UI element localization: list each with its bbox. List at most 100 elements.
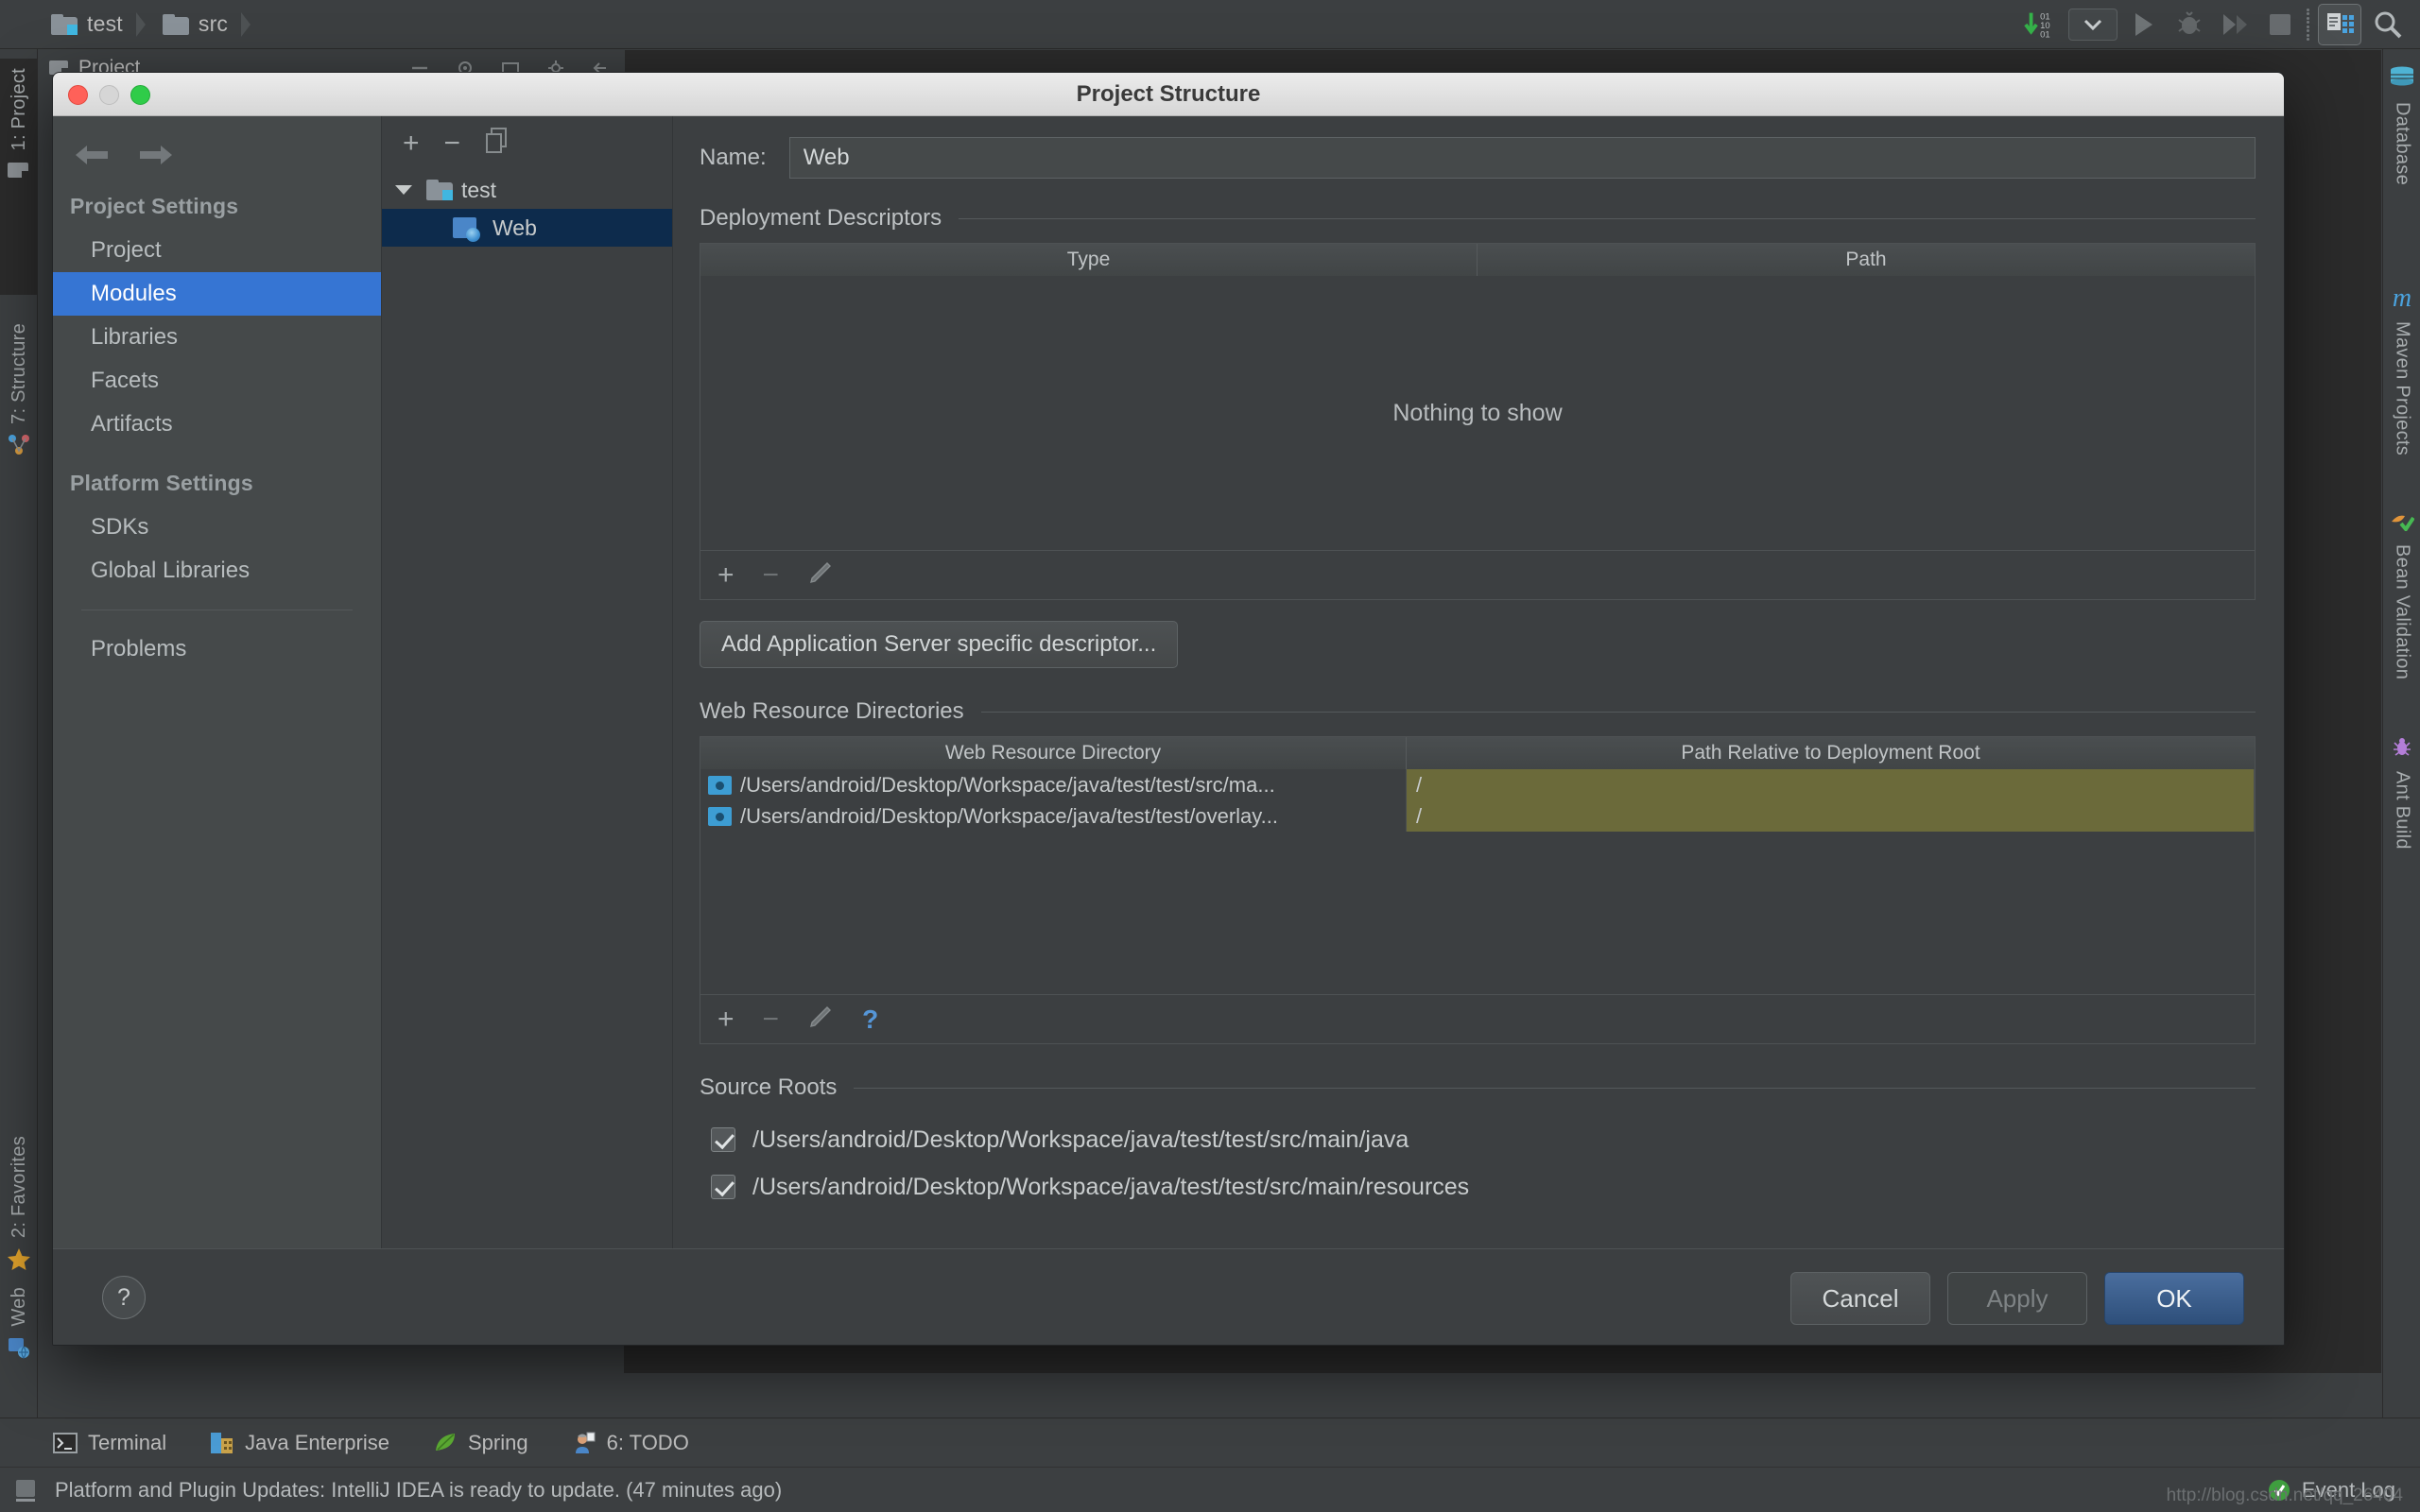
breadcrumb-label: src [198, 11, 229, 36]
web-resource-directories-table: Web Resource Directory Path Relative to … [700, 736, 2256, 995]
back-arrow-icon[interactable] [74, 141, 110, 169]
forward-arrow-icon[interactable] [138, 141, 174, 169]
table-body: Nothing to show [700, 276, 2255, 550]
add-descriptor-button[interactable]: + [717, 560, 735, 590]
chevron-down-icon[interactable] [395, 185, 412, 195]
run-configuration-dropdown[interactable] [2068, 9, 2118, 41]
cancel-button[interactable]: Cancel [1790, 1272, 1930, 1325]
project-structure-button[interactable] [2318, 4, 2361, 45]
section-divider [980, 711, 2256, 713]
sidebar-item-facets[interactable]: Facets [53, 359, 381, 403]
column-header-web-resource-directory[interactable]: Web Resource Directory [700, 737, 1407, 769]
tree-node-label: Web [493, 215, 537, 240]
sidebar-item-modules[interactable]: Modules [53, 272, 381, 316]
sidebar-item-label: Modules [91, 281, 177, 306]
database-icon [2389, 66, 2415, 93]
web-resource-directories-header: Web Resource Directories [700, 698, 2256, 725]
sidebar-item-problems[interactable]: Problems [53, 627, 381, 671]
source-roots-header: Source Roots [700, 1074, 2256, 1101]
breadcrumb-item-src[interactable]: src [149, 0, 254, 49]
help-button[interactable]: ? [102, 1276, 146, 1319]
svg-text:01: 01 [2040, 29, 2050, 40]
deployment-descriptors-table: Type Path Nothing to show [700, 243, 2256, 551]
sidebar-item-label: Global Libraries [91, 558, 251, 583]
module-name-row: Name: Web [700, 137, 2256, 179]
dialog-title: Project Structure [1076, 80, 1261, 107]
breadcrumb-label: test [87, 11, 123, 36]
left-tool-strip: 1: Project 7: Structure 2: Favorites Web [0, 49, 38, 1425]
remove-module-button[interactable]: − [444, 129, 461, 158]
sidebar-item-artifacts[interactable]: Artifacts [53, 403, 381, 446]
table-row[interactable]: /Users/android/Desktop/Workspace/java/te… [700, 800, 2255, 832]
status-message: Platform and Plugin Updates: IntelliJ ID… [55, 1477, 783, 1502]
list-item[interactable]: /Users/android/Desktop/Workspace/java/te… [711, 1163, 2256, 1211]
sidebar-item-sdks[interactable]: SDKs [53, 506, 381, 549]
module-name-input[interactable]: Web [788, 137, 2256, 179]
tree-node-test[interactable]: test [382, 171, 672, 209]
navigation-arrows [53, 116, 381, 169]
tool-window-label: Java Enterprise [245, 1430, 389, 1454]
directory-icon [708, 806, 732, 826]
close-button[interactable] [68, 84, 88, 105]
breadcrumb-bar: test src 01 10 01 [0, 0, 2420, 49]
sidebar-item-structure[interactable]: 7: Structure [0, 314, 38, 559]
tool-tab-label: 1: Project [8, 68, 29, 151]
sidebar-item-label: Problems [91, 636, 187, 662]
tool-window-java-enterprise[interactable]: Java Enterprise [210, 1431, 389, 1455]
column-header-relative-path[interactable]: Path Relative to Deployment Root [1407, 737, 2255, 769]
tool-window-terminal[interactable]: Terminal [53, 1431, 166, 1455]
deployment-descriptors-header: Deployment Descriptors [700, 205, 2256, 232]
project-structure-dialog: Project Structure Project Settings Proje… [52, 72, 2285, 1346]
module-tree-toolbar: + − [382, 116, 672, 171]
source-root-path: /Users/android/Desktop/Workspace/java/te… [752, 1173, 1470, 1200]
checkbox[interactable] [711, 1175, 735, 1199]
minimize-button[interactable] [99, 84, 119, 105]
add-app-server-descriptor-button[interactable]: Add Application Server specific descript… [700, 621, 1179, 668]
breadcrumb-item-test[interactable]: test [38, 0, 149, 49]
sidebar-item-global-libraries[interactable]: Global Libraries [53, 549, 381, 593]
run-coverage-button[interactable] [2216, 6, 2254, 43]
debug-button[interactable] [2170, 6, 2208, 43]
table-header: Web Resource Directory Path Relative to … [700, 737, 2255, 769]
apply-button: Apply [1947, 1272, 2087, 1325]
search-everywhere-icon[interactable] [2369, 6, 2407, 43]
window-controls [68, 73, 150, 116]
add-web-resource-button[interactable]: + [717, 1005, 735, 1034]
section-title: Source Roots [700, 1074, 838, 1100]
folder-module-icon [51, 13, 78, 35]
sidebar-item-project[interactable]: Project [53, 229, 381, 272]
tool-tab-label: Database [2392, 102, 2413, 186]
module-settings-panel: Name: Web Deployment Descriptors Type Pa… [673, 116, 2284, 1288]
tool-window-bar: Terminal Java Enterprise Spring 6: TODO [0, 1418, 2420, 1467]
dialog-footer: ? Cancel Apply OK [53, 1248, 2284, 1345]
section-divider [854, 1087, 2256, 1089]
list-item[interactable]: /Users/android/Desktop/Workspace/java/te… [711, 1116, 2256, 1163]
column-header-path[interactable]: Path [1478, 244, 2255, 276]
checkbox[interactable] [711, 1127, 735, 1152]
add-module-button[interactable]: + [403, 129, 420, 158]
column-header-type[interactable]: Type [700, 244, 1478, 276]
sidebar-item-label: Project [91, 237, 162, 263]
tool-window-todo[interactable]: 6: TODO [572, 1431, 689, 1455]
copy-module-button[interactable] [485, 127, 511, 161]
section-title: Web Resource Directories [700, 698, 964, 724]
table-row[interactable]: /Users/android/Desktop/Workspace/java/te… [700, 769, 2255, 800]
stop-button[interactable] [2261, 6, 2299, 43]
sidebar-item-web[interactable]: Web [0, 1278, 38, 1400]
ok-button[interactable]: OK [2104, 1272, 2244, 1325]
sidebar-item-project[interactable]: 1: Project [0, 59, 38, 295]
sidebar-item-ant-build[interactable]: Ant Build [2383, 730, 2420, 1013]
update-indicator-icon[interactable]: 01 10 01 [2023, 6, 2061, 43]
tool-window-label: Spring [468, 1430, 528, 1454]
run-button[interactable] [2125, 6, 2163, 43]
watermark: http://blog.csdn.net/qq_26404 [2166, 1486, 2403, 1505]
tool-window-spring[interactable]: Spring [433, 1431, 528, 1455]
maximize-button[interactable] [130, 84, 150, 105]
help-web-resource-button[interactable]: ? [862, 1005, 878, 1033]
tree-node-web[interactable]: Web [382, 209, 672, 247]
project-icon [7, 160, 31, 186]
right-tool-strip: Database m Maven Projects Bean Validatio… [2382, 49, 2420, 1425]
sidebar-item-libraries[interactable]: Libraries [53, 316, 381, 359]
dialog-sidebar: Project Settings Project Modules Librari… [53, 116, 382, 1288]
sidebar-group-title: Platform Settings [70, 471, 253, 495]
